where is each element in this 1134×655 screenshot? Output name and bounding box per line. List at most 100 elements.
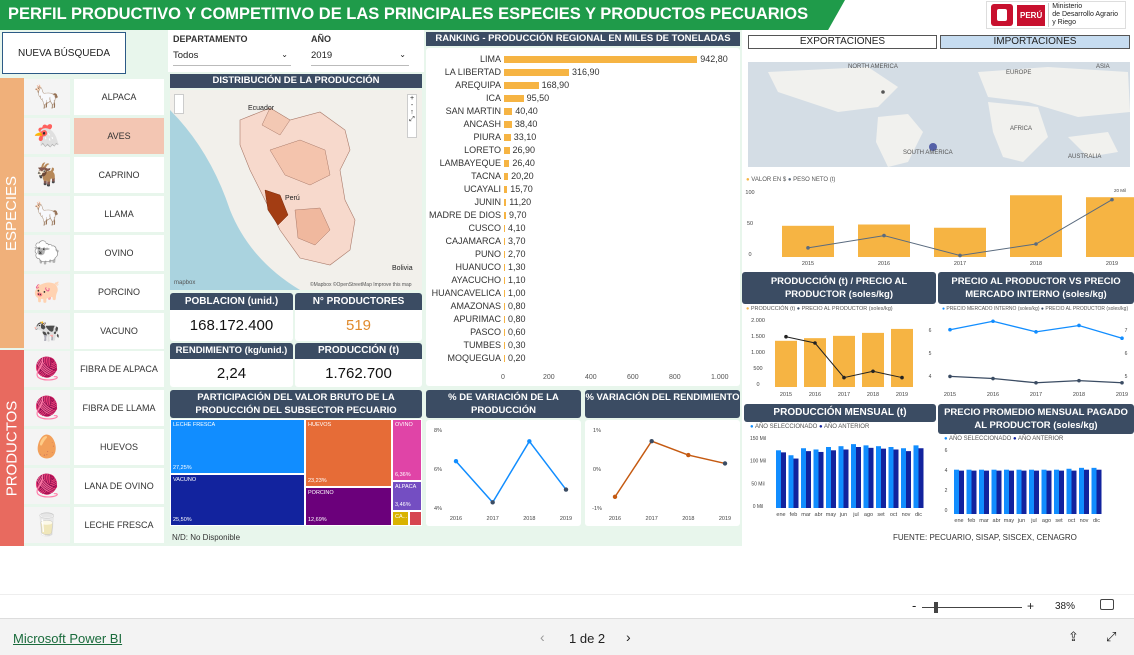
production-map[interactable]: Ecuador Perú Bolivia mapbox ©Mapbox ©Ope… bbox=[170, 90, 422, 290]
treemap-chart: LECHE FRESCA 27,25% VACUNO 25,50% HUEVOS 23,2… bbox=[170, 419, 422, 526]
var-rend-chart: 1% 0% -1% 2016 2017 2018 2019 bbox=[585, 420, 740, 526]
species-item-porcino[interactable]: 🐖 PORCINO bbox=[24, 274, 164, 310]
treemap-title: PARTICIPACIÓN DEL VALOR BRUTO DE LA PROD… bbox=[170, 390, 422, 418]
species-item-aves[interactable]: 🐔 AVES bbox=[24, 118, 164, 154]
treemap-cell[interactable]: OVINO 6,36% bbox=[392, 419, 422, 481]
y-tick: 100 bbox=[745, 190, 754, 196]
product-item-huevos[interactable]: 🥚 HUEVOS bbox=[24, 429, 164, 465]
species-item-caprino[interactable]: 🐐 CAPRINO bbox=[24, 157, 164, 193]
y2-tick: 5 bbox=[929, 351, 932, 357]
y-tick: 0 Mil bbox=[753, 504, 764, 510]
rank-bar bbox=[504, 56, 698, 63]
species-item-alpaca[interactable]: 🦙 ALPACA bbox=[24, 79, 164, 115]
tab-exportaciones[interactable]: EXPORTACIONES bbox=[748, 35, 937, 49]
product-item-lana-de-ovino[interactable]: 🧶 LANA DE OVINO bbox=[24, 468, 164, 504]
species-item-ovino[interactable]: 🐑 OVINO bbox=[24, 235, 164, 271]
treemap-cell[interactable]: PORCINO 12,69% bbox=[305, 487, 392, 526]
monthly-prod-legend: ● AÑO SELECCIONADO ● AÑO ANTERIOR bbox=[750, 424, 870, 430]
treemap-cell[interactable]: ALPACA 3,46% bbox=[392, 481, 422, 511]
monthly-price-legend: ● AÑO SELECCIONADO ● AÑO ANTERIOR bbox=[944, 436, 1064, 442]
wool-icon: 🧶 bbox=[24, 468, 70, 504]
bar-selected bbox=[901, 448, 906, 508]
mapbox-logo: mapbox bbox=[174, 280, 196, 286]
source-note: FUENTE: PECUARIO, SISAP, SISCEX, CENAGRO bbox=[893, 533, 1077, 542]
fit-page-icon[interactable] bbox=[1100, 599, 1114, 610]
productores-label: N° PRODUCTORES bbox=[295, 293, 422, 310]
y-tick: 150 Mil bbox=[750, 436, 766, 442]
monthly-price-chart: ● AÑO SELECCIONADO ● AÑO ANTERIOR 6 4 2 0 en… bbox=[938, 434, 1134, 526]
zoom-level: 38% bbox=[1055, 601, 1076, 612]
trade-point bbox=[958, 253, 962, 258]
x-tick: oct bbox=[1068, 518, 1076, 524]
x-tick: 2018 bbox=[867, 392, 879, 398]
product-label: FIBRA DE ALPACA bbox=[74, 351, 164, 387]
next-page-icon[interactable]: › bbox=[626, 629, 631, 645]
bar-previous bbox=[1021, 470, 1027, 514]
treemap-cell[interactable]: HUEVOS 23,23% bbox=[305, 419, 392, 487]
species-item-vacuno[interactable]: 🐄 VACUNO bbox=[24, 313, 164, 349]
data-point bbox=[453, 459, 459, 464]
treemap-cell[interactable]: VACUNO 25,50% bbox=[170, 474, 305, 526]
rank-value: 38,40 bbox=[514, 119, 538, 129]
rank-bar bbox=[504, 225, 505, 232]
llama-icon: 🦙 bbox=[24, 196, 70, 232]
powerbi-link[interactable]: Microsoft Power BI bbox=[13, 631, 122, 646]
bar-selected bbox=[1066, 468, 1072, 514]
rank-value: 95,50 bbox=[526, 93, 550, 103]
x-tick: 2017 bbox=[1030, 392, 1042, 398]
species-label: CAPRINO bbox=[74, 157, 164, 193]
treemap-cell[interactable]: LECHE FRESCA 27,25% bbox=[170, 419, 305, 474]
rank-value: 9,70 bbox=[508, 210, 527, 220]
bar-previous bbox=[971, 470, 977, 514]
map-label-bolivia: Bolivia bbox=[392, 265, 413, 272]
departamento-select[interactable]: Todos ⌄ bbox=[173, 50, 291, 66]
species-item-llama[interactable]: 🦙 LLAMA bbox=[24, 196, 164, 232]
treemap-cell-pct: 3,46% bbox=[395, 502, 411, 508]
x-tick: dic bbox=[915, 512, 922, 518]
anio-select[interactable]: 2019 ⌄ bbox=[311, 50, 409, 66]
ranking-chart: LIMA 942,80 LA LIBERTAD 316,90 AREQUIPA 168,9… bbox=[426, 48, 740, 386]
zoom-in-button[interactable]: + bbox=[1027, 599, 1034, 613]
rank-label: TACNA bbox=[471, 171, 501, 181]
rank-label: HUANCAVELICA bbox=[431, 288, 501, 298]
fullscreen-icon[interactable]: ⤢ bbox=[1106, 629, 1116, 645]
rank-value: 0,80 bbox=[508, 301, 526, 311]
llama-fiber-icon: 🧶 bbox=[24, 390, 70, 426]
price-point bbox=[784, 334, 788, 339]
y-tick: 8% bbox=[434, 428, 442, 434]
tab-importaciones[interactable]: IMPORTACIONES bbox=[940, 35, 1130, 49]
share-icon[interactable]: ⇪ bbox=[1068, 629, 1079, 645]
product-item-fibra-de-llama[interactable]: 🧶 FIBRA DE LLAMA bbox=[24, 390, 164, 426]
poblacion-value: 168.172.400 bbox=[189, 317, 274, 334]
product-item-leche-fresca[interactable]: 🥛 LECHE FRESCA bbox=[24, 507, 164, 543]
report-header: PERFIL PRODUCTIVO Y COMPETITIVO DE LAS P… bbox=[0, 0, 1134, 30]
rank-label: PASCO bbox=[470, 327, 501, 337]
zoom-out-button[interactable]: - bbox=[912, 598, 916, 613]
rank-bar bbox=[504, 147, 510, 154]
price-point bbox=[871, 369, 875, 374]
y2-tick: 20 Mil bbox=[1114, 188, 1126, 193]
world-map[interactable]: NORTH AMERICA EUROPE ASIA AFRICA SOUTH A… bbox=[748, 62, 1130, 167]
y-tick: 2 bbox=[945, 488, 948, 494]
treemap-cell[interactable]: CA... bbox=[392, 511, 409, 526]
zoom-slider-handle[interactable] bbox=[934, 602, 938, 613]
prod-bar bbox=[804, 338, 826, 387]
bar-previous bbox=[893, 449, 899, 508]
new-search-button[interactable]: NUEVA BÚSQUEDA bbox=[2, 32, 126, 74]
map-zoom-controls[interactable]: + - ↑ ⤢ bbox=[407, 94, 417, 138]
zoom-bar: - + 38% bbox=[0, 594, 1134, 618]
ranking-title: RANKING - PRODUCCIÓN REGIONAL EN MILES D… bbox=[426, 32, 740, 46]
map-tools[interactable] bbox=[174, 94, 184, 114]
treemap-cell-pct: 23,23% bbox=[308, 478, 327, 484]
product-item-fibra-de-alpaca[interactable]: 🧶 FIBRA DE ALPACA bbox=[24, 351, 164, 387]
rank-bar bbox=[504, 108, 513, 115]
rank-axis-tick: 400 bbox=[585, 374, 597, 381]
x-tick: oct bbox=[890, 512, 898, 518]
series-point bbox=[1077, 323, 1081, 328]
prev-page-icon[interactable]: ‹ bbox=[540, 629, 545, 645]
treemap-cell[interactable] bbox=[409, 511, 422, 526]
map-label-ecuador: Ecuador bbox=[248, 105, 275, 112]
trade-legend: ● VALOR EN $ ● PESO NETO (t) bbox=[746, 177, 836, 183]
trade-bar bbox=[1086, 197, 1134, 257]
series-point bbox=[948, 374, 952, 379]
